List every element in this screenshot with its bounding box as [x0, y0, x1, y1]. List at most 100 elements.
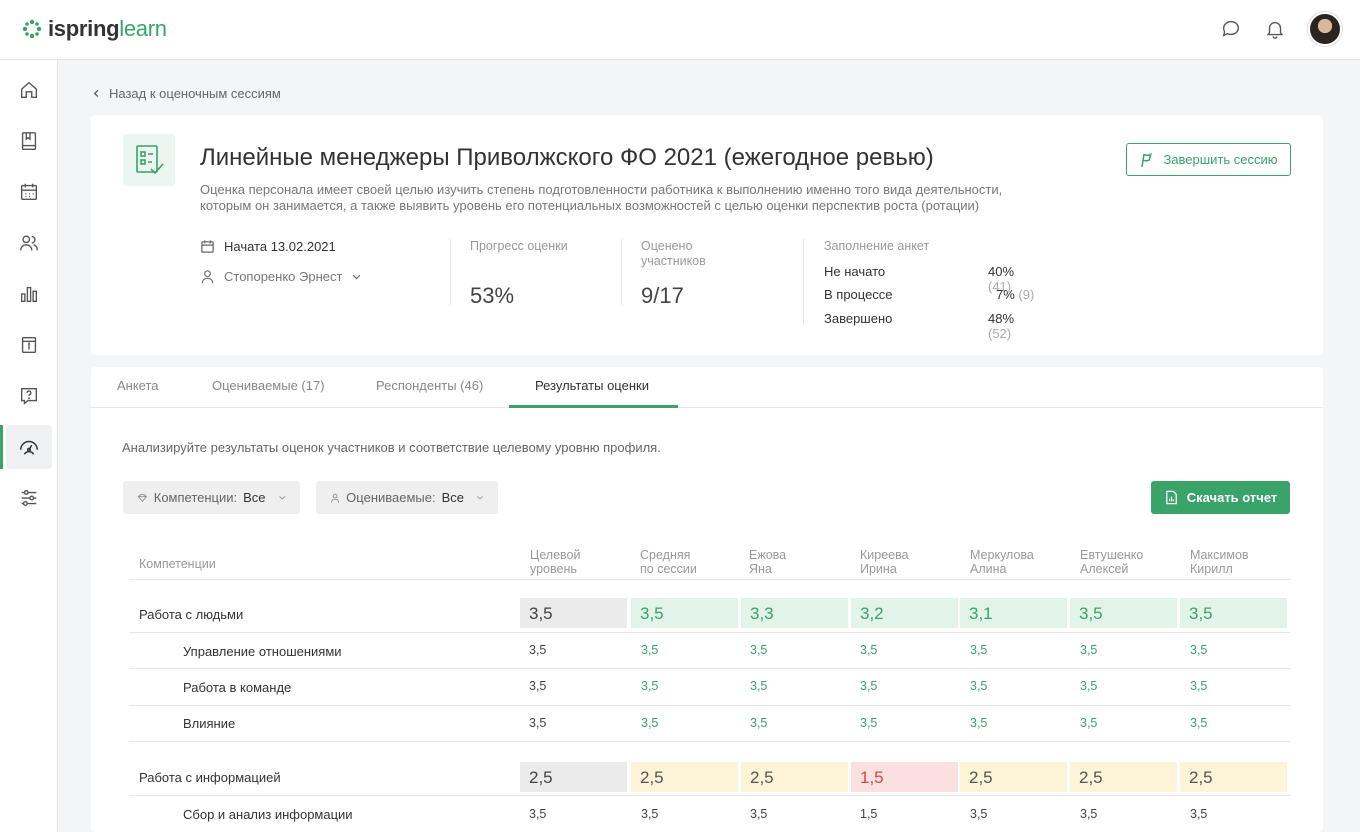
col-header-participant-first-name: Кирилл [1190, 562, 1233, 576]
col-header-participant-first-name: Алина [970, 562, 1007, 576]
finish-session-button[interactable]: Завершить сессию [1126, 143, 1291, 176]
chevron-down-icon [278, 496, 285, 500]
tab-questionnaire[interactable]: Анкета [117, 378, 159, 393]
sidebar-item-reports[interactable] [6, 272, 52, 316]
sub-cell-value: 3,5 [641, 643, 659, 657]
sub-cell-value: 3,5 [750, 807, 768, 821]
col-header-participant-first-name: Алексей [1080, 562, 1129, 576]
col-header-participant-last-name: Евтушенко [1080, 548, 1144, 562]
sidebar-item-calendar[interactable] [6, 170, 52, 214]
evaluated-filter-value: Все [441, 490, 465, 505]
question-icon [20, 387, 38, 405]
col-header-participant: Меркулова Алина [970, 548, 1034, 576]
sub-cell-value: 3,5 [641, 807, 659, 821]
sidebar-item-home[interactable] [6, 68, 52, 112]
row-divider [129, 632, 1290, 633]
session-start-date-text: Начата 13.02.2021 [224, 239, 336, 254]
forms-completed-label: Завершено [824, 311, 893, 326]
sidebar-item-users[interactable] [6, 221, 52, 265]
group-cell-target: 3,5 [520, 598, 627, 628]
group-cell-value: 1,5 [851, 762, 958, 792]
forms-in-progress-value: 7% (9) [996, 287, 1046, 302]
download-report-button[interactable]: Скачать отчет [1151, 481, 1290, 514]
evaluated-filter[interactable]: Оцениваемые: Все [316, 481, 498, 514]
sub-row-label: Сбор и анализ информации [183, 807, 353, 822]
group-cell-value: 3,5 [1070, 598, 1177, 628]
sub-cell-value: 1,5 [860, 807, 878, 821]
chevron-down-icon [477, 496, 483, 500]
chevron-left-icon [93, 89, 99, 98]
home-icon [20, 81, 38, 99]
row-divider [129, 795, 1290, 796]
tab-respondents[interactable]: Респонденты (46) [376, 378, 483, 393]
sub-cell-value: 3,5 [641, 716, 659, 730]
divider [621, 239, 622, 305]
sidebar-item-assessment[interactable] [0, 425, 52, 469]
session-owner-dropdown[interactable]: Стопоренко Эрнест [200, 269, 362, 284]
col-header-target-line1: Целевой [530, 548, 581, 562]
tab-evaluated[interactable]: Оцениваемые (17) [212, 378, 325, 393]
evaluated-value: 9/17 [641, 283, 684, 308]
progress-value: 53% [470, 283, 515, 308]
sidebar-item-info[interactable] [6, 323, 52, 367]
user-avatar[interactable] [1308, 12, 1342, 46]
forms-in-progress-pct: 7% [996, 287, 1015, 302]
sub-cell-value: 3,5 [1190, 716, 1208, 730]
forms-not-started-pct: 40% [988, 264, 1015, 279]
sub-cell-target: 3,5 [529, 679, 547, 693]
competencies-filter[interactable]: Компетенции: Все [123, 481, 300, 514]
tab-bar: Анкета Оцениваемые (17) Респонденты (46)… [91, 367, 1323, 408]
forms-in-progress-label: В процессе [824, 287, 893, 302]
logo-text-ispring: ispring [48, 16, 120, 41]
table-header-divider [129, 579, 1290, 580]
sub-cell-value: 3,5 [860, 679, 878, 693]
users-icon [20, 235, 38, 251]
session-start-date: Начата 13.02.2021 [200, 239, 336, 254]
info-box-icon [21, 336, 37, 354]
sidebar-item-settings[interactable] [6, 476, 52, 520]
evaluated-filter-label: Оцениваемые: [346, 490, 436, 505]
competencies-filter-value: Все [243, 490, 266, 505]
group-row-label: Работа с информацией [139, 770, 281, 785]
bell-icon[interactable] [1264, 18, 1286, 40]
app-logo[interactable]: ispringlearn [22, 16, 167, 42]
back-link[interactable]: Назад к оценочным сессиям [92, 86, 281, 101]
results-hint: Анализируйте результаты оценок участнико… [122, 440, 661, 455]
sub-cell-value: 3,5 [1080, 716, 1098, 730]
group-row-label: Работа с людьми [139, 607, 244, 622]
forms-fill-label: Заполнение анкет [824, 239, 930, 253]
session-card: Линейные менеджеры Приволжского ФО 2021 … [91, 115, 1323, 355]
group-cell-value: 2,5 [741, 762, 848, 792]
sidebar-item-library[interactable] [6, 119, 52, 163]
col-header-target: Целевой уровень [530, 548, 580, 576]
sidebar-item-help[interactable] [6, 374, 52, 418]
person-icon [331, 493, 339, 502]
sub-cell-value: 3,5 [860, 716, 878, 730]
logo-mark-icon [22, 19, 42, 39]
chevron-down-icon [353, 274, 361, 280]
col-header-participant: Максимов Кирилл [1190, 548, 1249, 576]
sub-cell-value: 3,5 [1080, 643, 1098, 657]
col-header-participant-first-name: Ирина [860, 562, 897, 576]
person-icon [201, 270, 214, 284]
report-file-icon [1165, 490, 1177, 505]
progress-label: Прогресс оценки [470, 239, 568, 253]
sub-cell-value: 3,5 [750, 643, 768, 657]
session-title: Линейные менеджеры Приволжского ФО 2021 … [200, 144, 934, 171]
group-cell-value: 3,1 [960, 598, 1067, 628]
sub-cell-value: 3,5 [1190, 643, 1208, 657]
download-report-label: Скачать отчет [1186, 490, 1278, 505]
chat-icon[interactable] [1220, 18, 1242, 40]
group-cell-value: 3,5 [1180, 598, 1287, 628]
bar-chart-icon [20, 286, 38, 303]
sub-row-label: Управление отношениями [183, 644, 342, 659]
row-divider [129, 741, 1290, 742]
tab-results[interactable]: Результаты оценки [535, 378, 649, 393]
col-header-participant: Киреева Ирина [860, 548, 909, 576]
group-cell-target: 2,5 [520, 762, 627, 792]
group-cell-value: 3,3 [741, 598, 848, 628]
col-header-participant: Ежова Яна [749, 548, 786, 576]
row-divider [129, 705, 1290, 706]
session-description: Оценка персонала имеет своей целью изучи… [200, 182, 1003, 213]
session-icon-tile [123, 134, 175, 186]
